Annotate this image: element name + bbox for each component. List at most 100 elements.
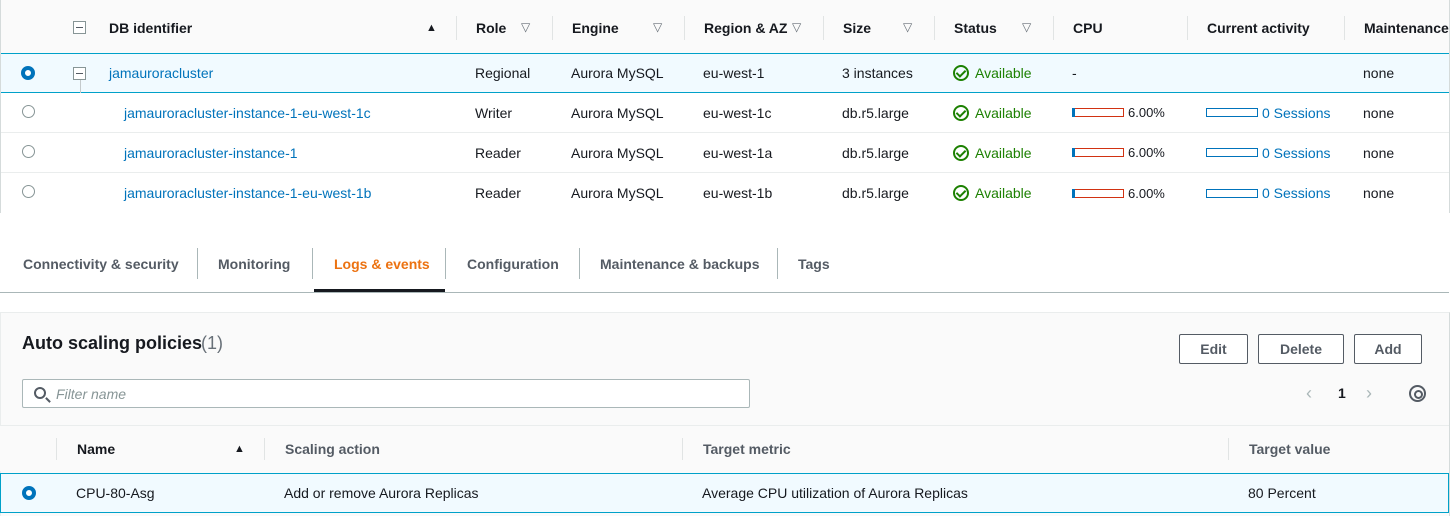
chevron-left-icon[interactable]: ‹ [1306,383,1312,404]
page-number[interactable]: 1 [1338,385,1346,401]
role-cell: Reader [475,144,521,161]
cpu-meter-fill [1072,188,1075,198]
col-role[interactable]: Role [476,0,506,55]
panel-title: Auto scaling policies [22,333,203,353]
col-cpu: CPU [1073,19,1103,36]
gear-icon[interactable] [1409,385,1426,402]
sort-ascending-icon[interactable]: ▲ [234,443,245,455]
db-table-header: DB identifier ▲ Role ▽ Engine ▽ Region &… [1,0,1449,55]
engine-cell: Aurora MySQL [571,104,664,121]
search-icon [34,387,46,399]
activity-cell[interactable]: 0 Sessions [1206,93,1330,132]
status-cell: Available [953,93,1032,132]
available-check-icon [953,65,969,81]
engine-cell: Aurora MySQL [571,144,664,161]
maintenance-cell: none [1363,185,1395,201]
table-row-instance[interactable]: jamauroracluster-instance-1 Reader Auror… [1,133,1449,173]
col-db-identifier[interactable]: DB identifier [109,0,192,55]
db-identifier-link[interactable]: jamauroracluster-instance-1-eu-west-1b [124,173,371,213]
role-cell: Reader [475,185,521,201]
region-cell: eu-west-1b [703,185,773,201]
sort-engine-icon[interactable]: ▽ [653,20,662,34]
col-engine[interactable]: Engine [572,0,619,55]
sort-role-icon[interactable]: ▽ [521,20,530,34]
policy-row[interactable]: CPU-80-Asg Add or remove Aurora Replicas… [0,473,1449,513]
tab-logs-events[interactable]: Logs & events [334,235,430,292]
sessions-link[interactable]: 0 Sessions [1262,145,1330,161]
activity-cell[interactable]: 0 Sessions [1206,133,1330,172]
maintenance-cell: none [1363,104,1395,121]
detail-tabs: Connectivity & security Monitoring Logs … [0,235,1449,293]
add-button[interactable]: Add [1354,334,1422,364]
edit-button[interactable]: Edit [1179,334,1248,364]
tab-monitoring[interactable]: Monitoring [218,235,290,292]
maintenance-cell: none [1363,144,1395,161]
filter-input[interactable] [56,384,736,404]
filter-field[interactable] [22,379,750,408]
tab-configuration[interactable]: Configuration [467,235,559,292]
available-check-icon [953,104,969,121]
region-cell: eu-west-1a [703,144,773,161]
col-current-activity: Current activity [1207,19,1310,36]
col-name[interactable]: Name [77,426,115,472]
cpu-cell: 6.00% [1072,93,1165,132]
row-radio-selected[interactable] [22,486,36,500]
cpu-meter-fill [1072,148,1075,157]
cpu-cell: 6.00% [1072,133,1165,172]
col-target-value: Target value [1249,441,1331,457]
activity-cell[interactable]: 0 Sessions [1206,173,1330,213]
sessions-link[interactable]: 0 Sessions [1262,105,1330,121]
role-cell: Writer [475,104,513,121]
status-label: Available [975,185,1032,201]
cpu-cell: - [1072,65,1077,81]
col-status[interactable]: Status [954,0,997,55]
role-cell: Regional [475,65,531,81]
collapse-all-icon[interactable] [73,21,86,34]
col-size[interactable]: Size [843,0,871,55]
region-cell: eu-west-1 [703,65,765,81]
sessions-link[interactable]: 0 Sessions [1262,185,1330,201]
size-cell: db.r5.large [842,185,909,201]
db-identifier-link[interactable]: jamauroracluster [109,54,213,92]
available-check-icon [953,185,969,201]
cpu-value: 6.00% [1128,185,1165,201]
policy-metric: Average CPU utilization of Aurora Replic… [702,485,968,501]
policies-table-header: Name ▲ Scaling action Target metric Targ… [0,425,1449,471]
sort-region-icon[interactable]: ▽ [792,20,801,34]
status-label: Available [975,144,1032,161]
chevron-right-icon[interactable]: › [1366,383,1372,404]
cpu-meter [1072,188,1124,198]
collapse-cluster-icon[interactable] [73,67,86,80]
table-row-instance[interactable]: jamauroracluster-instance-1-eu-west-1b R… [1,173,1449,213]
tab-connectivity-security[interactable]: Connectivity & security [23,235,179,292]
maintenance-cell: none [1363,65,1395,81]
row-radio[interactable] [22,145,35,158]
table-row-cluster[interactable]: jamauroracluster Regional Aurora MySQL e… [1,53,1449,93]
sort-ascending-icon[interactable]: ▲ [426,22,437,34]
db-identifier-link[interactable]: jamauroracluster-instance-1-eu-west-1c [124,93,371,132]
tab-maintenance-backups[interactable]: Maintenance & backups [600,235,760,292]
sessions-meter [1206,108,1258,117]
delete-button[interactable]: Delete [1258,334,1344,364]
db-identifier-link[interactable]: jamauroracluster-instance-1 [124,133,298,172]
cpu-meter [1072,148,1124,157]
status-label: Available [975,104,1032,121]
col-region-az[interactable]: Region & AZ [704,0,787,55]
region-cell: eu-west-1c [703,104,772,121]
sort-size-icon[interactable]: ▽ [903,20,912,34]
sort-status-icon[interactable]: ▽ [1022,20,1031,34]
row-radio[interactable] [22,185,35,198]
row-radio-selected[interactable] [21,66,35,80]
engine-cell: Aurora MySQL [571,185,664,201]
status-cell: Available [953,173,1032,213]
row-radio[interactable] [22,105,35,118]
table-row-instance[interactable]: jamauroracluster-instance-1-eu-west-1c W… [1,93,1449,133]
available-check-icon [953,144,969,161]
col-scaling-action: Scaling action [285,441,380,457]
db-instances-table: DB identifier ▲ Role ▽ Engine ▽ Region &… [0,0,1450,213]
tab-tags[interactable]: Tags [798,235,830,292]
policy-value: 80 Percent [1248,485,1316,501]
policy-action: Add or remove Aurora Replicas [284,485,479,501]
policy-count: (1) [201,333,223,353]
sessions-meter [1206,188,1258,198]
